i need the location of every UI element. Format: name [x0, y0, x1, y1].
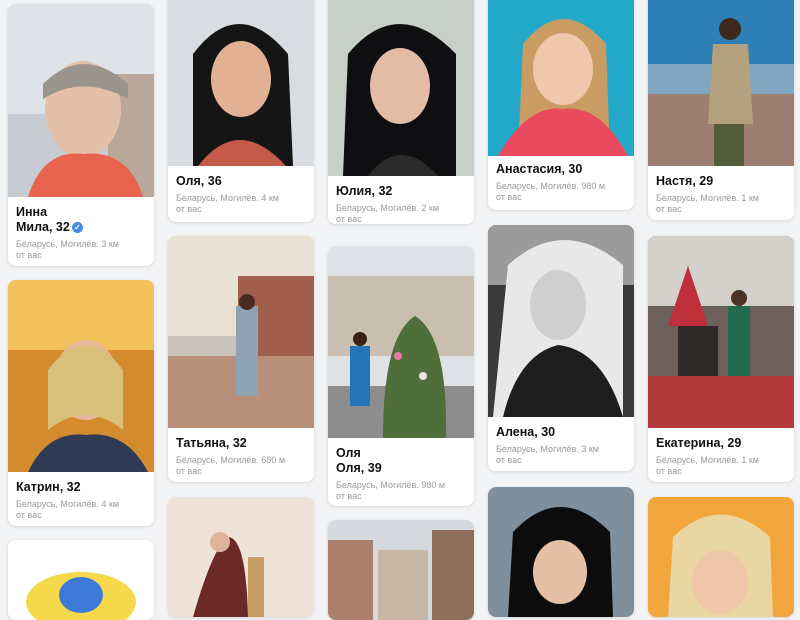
profile-location: Беларусь, Могилёв. 3 км от вас — [496, 444, 599, 465]
profile-name: Юлия, 32 — [336, 184, 393, 198]
verified-icon: ✓ — [71, 222, 83, 234]
profile-location: Беларусь, Могилёв. 1 км от вас — [656, 193, 759, 214]
promo-card[interactable] — [8, 540, 154, 620]
profile-photo[interactable] — [488, 487, 634, 617]
profile-name: Татьяна, 32 — [176, 436, 247, 450]
profile-name: Настя, 29 — [656, 174, 714, 188]
profile-card[interactable]: Анастасия, 30 Беларусь, Могилёв. 980 м от… — [488, 0, 634, 210]
profile-card[interactable] — [168, 497, 314, 617]
profile-photo[interactable] — [328, 0, 474, 176]
profile-photo[interactable] — [328, 520, 474, 620]
profile-location: Беларусь, Могилёв. 3 км от вас — [16, 239, 119, 260]
profile-card[interactable] — [648, 497, 794, 617]
profile-photo[interactable] — [648, 0, 794, 166]
profile-photo[interactable] — [168, 236, 314, 428]
profile-photo[interactable] — [8, 280, 154, 472]
profile-name: Оля, 36 — [176, 174, 222, 188]
profile-card[interactable]: Оля, 36 Беларусь, Могилёв. 4 км от вас — [168, 0, 314, 222]
profile-card[interactable]: Юлия, 32 Беларусь, Могилёв. 2 км от вас — [328, 0, 474, 224]
profile-photo[interactable] — [168, 497, 314, 617]
profile-card[interactable]: Оля Оля, 39 Беларусь, Могилёв. 980 м от ва… — [328, 246, 474, 506]
profile-name: Алена, 30 — [496, 425, 556, 439]
profile-location: Беларусь, Могилёв. 1 км от вас — [656, 455, 759, 476]
profile-card[interactable]: Татьяна, 32 Беларусь, Могилёв. 680 м от в… — [168, 236, 314, 482]
profile-photo[interactable] — [168, 0, 314, 166]
profile-card[interactable]: Настя, 29 Беларусь, Могилёв. 1 км от вас — [648, 0, 794, 220]
profile-name: Екатерина, 29 — [656, 436, 742, 450]
profile-photo[interactable] — [8, 4, 154, 197]
profile-card[interactable] — [488, 487, 634, 617]
profile-location: Беларусь, Могилёв. 4 км от вас — [16, 499, 119, 520]
profile-name: Оля Оля, 39 — [336, 446, 382, 475]
profile-location: Беларусь, Могилёв. 2 км от вас — [336, 203, 439, 224]
profile-name: Инна Мила, 32 ✓ — [16, 205, 148, 235]
profile-location: Беларусь, Могилёв. 980 м от вас — [496, 181, 606, 202]
profile-card[interactable] — [328, 520, 474, 620]
profile-photo[interactable] — [488, 225, 634, 417]
profile-card[interactable]: Инна Мила, 32 ✓ Беларусь, Могилёв. 3 км от … — [8, 4, 154, 266]
promo-icon[interactable] — [8, 540, 154, 620]
profile-location: Беларусь, Могилёв. 4 км от вас — [176, 193, 279, 214]
profile-photo[interactable] — [648, 497, 794, 617]
profile-location: Беларусь, Могилёв. 980 м от вас — [336, 480, 446, 501]
profile-location: Беларусь, Могилёв. 680 м от вас — [176, 455, 286, 476]
profile-card[interactable]: Екатерина, 29 Беларусь, Могилёв. 1 км от … — [648, 236, 794, 482]
profile-photo[interactable] — [648, 236, 794, 428]
profile-card[interactable]: Катрин, 32 Беларусь, Могилёв. 4 км от вас — [8, 280, 154, 526]
profile-photo[interactable] — [488, 0, 634, 156]
profile-photo[interactable] — [328, 246, 474, 438]
profile-name: Катрин, 32 — [16, 480, 81, 494]
profile-name: Анастасия, 30 — [496, 162, 583, 176]
profile-card[interactable]: Алена, 30 Беларусь, Могилёв. 3 км от вас — [488, 225, 634, 471]
